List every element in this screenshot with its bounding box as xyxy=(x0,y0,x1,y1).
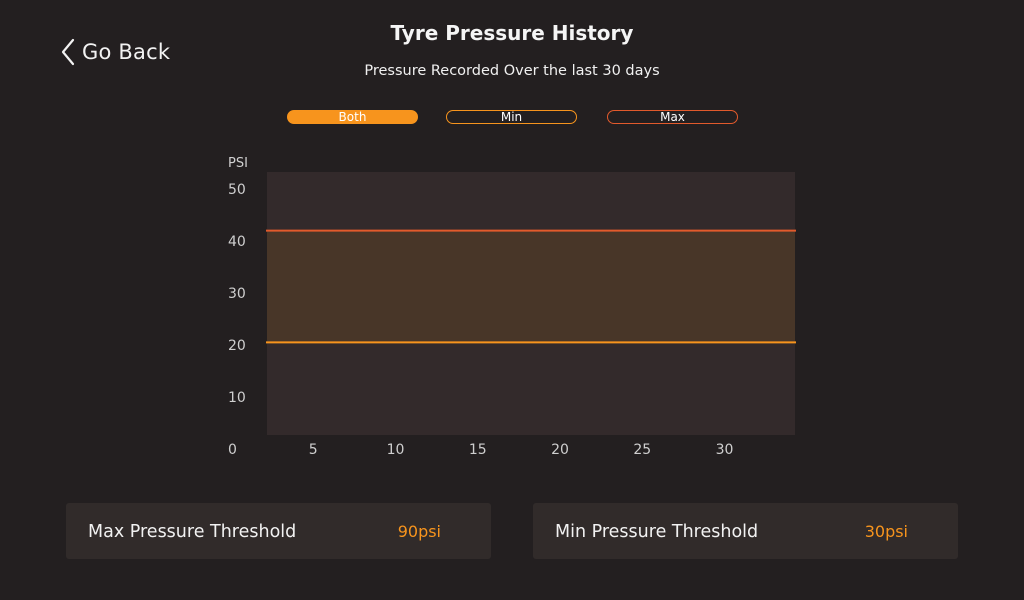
x-tick-label: 5 xyxy=(309,442,318,458)
x-tick-label: 15 xyxy=(469,442,487,458)
y-tick-label: 50 xyxy=(228,182,246,198)
x-tick-label: 25 xyxy=(633,442,651,458)
min-threshold-card[interactable]: Min Pressure Threshold 30psi xyxy=(533,503,958,559)
y-tick-label: 40 xyxy=(228,234,246,250)
x-axis-ticks: 5 10 15 20 25 30 xyxy=(309,442,734,458)
max-threshold-card[interactable]: Max Pressure Threshold 90psi xyxy=(66,503,491,559)
y-tick-label: 0 xyxy=(228,442,237,458)
min-threshold-label: Min Pressure Threshold xyxy=(555,522,759,542)
max-threshold-value: 90psi xyxy=(397,522,441,541)
x-tick-label: 10 xyxy=(387,442,405,458)
x-tick-label: 30 xyxy=(716,442,734,458)
max-threshold-label: Max Pressure Threshold xyxy=(88,522,297,542)
tyre-pressure-history-screen: Go Back Tyre Pressure History Pressure R… xyxy=(0,0,1024,600)
min-threshold-value: 30psi xyxy=(864,522,908,541)
pressure-chart: PSI 0 10 20 30 40 50 5 10 15 20 25 30 xyxy=(228,156,796,458)
y-tick-label: 30 xyxy=(228,286,246,302)
pressure-range-band xyxy=(267,230,795,343)
y-tick-label: 20 xyxy=(228,338,246,354)
y-tick-label: 10 xyxy=(228,390,246,406)
y-axis-ticks: 0 10 20 30 40 50 xyxy=(228,182,246,458)
x-tick-label: 20 xyxy=(551,442,569,458)
y-axis-label: PSI xyxy=(228,156,248,171)
